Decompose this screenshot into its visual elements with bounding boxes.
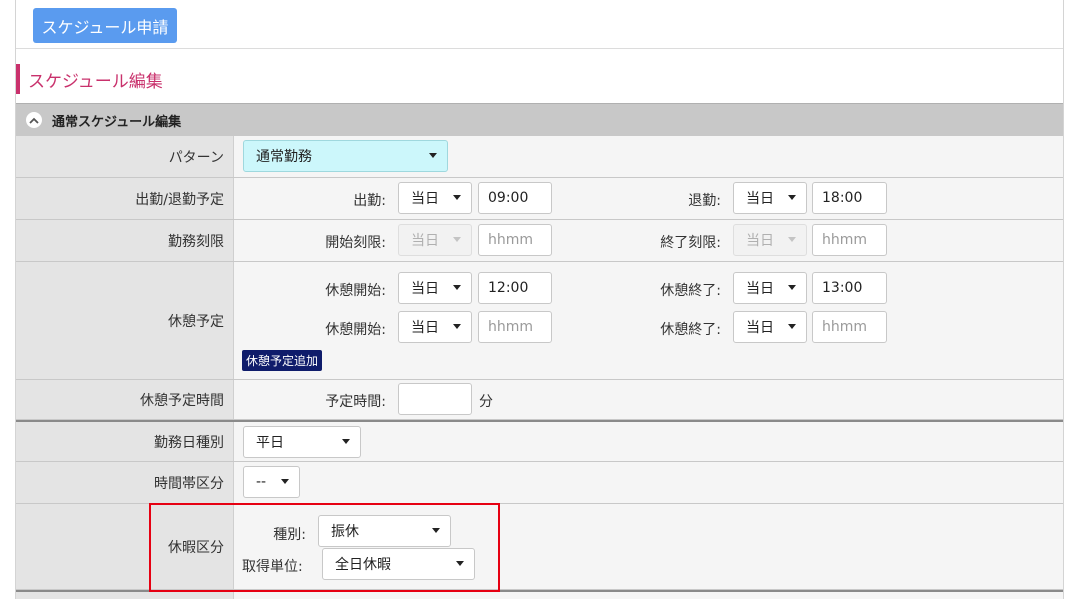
chevron-down-icon bbox=[456, 561, 464, 566]
attendance-label: 出勤/退勤予定 bbox=[16, 178, 234, 219]
planned-time-input[interactable] bbox=[398, 383, 472, 415]
leave-unit-label: 取得単位: bbox=[242, 559, 303, 575]
chevron-down-icon bbox=[453, 285, 461, 290]
limit-start-input[interactable]: hhmm bbox=[478, 224, 552, 256]
chevron-up-icon[interactable] bbox=[26, 112, 42, 128]
end-day-value: 当日 bbox=[746, 191, 774, 207]
start-time-input[interactable]: 09:00 bbox=[478, 182, 552, 214]
add-break-button[interactable]: 休憩予定追加 bbox=[242, 350, 323, 371]
limit-end-day-value: 当日 bbox=[746, 233, 774, 249]
minutes-unit: 分 bbox=[479, 394, 493, 410]
break-label: 休憩予定 bbox=[16, 262, 234, 379]
schedule-apply-button[interactable]: スケジュール申請 bbox=[33, 8, 177, 43]
break1-start-input[interactable]: 12:00 bbox=[478, 272, 552, 304]
break2-start-input[interactable]: hhmm bbox=[478, 311, 552, 343]
pattern-row: パターン 通常勤務 bbox=[16, 136, 1063, 178]
break2-start-label: 休憩開始: bbox=[325, 322, 386, 338]
work-limit-label: 勤務刻限 bbox=[16, 220, 234, 261]
next-row bbox=[16, 590, 1063, 599]
break1-start-day-value: 当日 bbox=[411, 281, 439, 297]
break1-start-day-select[interactable]: 当日 bbox=[398, 272, 472, 304]
chevron-down-icon bbox=[453, 324, 461, 329]
chevron-down-icon bbox=[453, 237, 461, 242]
chevron-down-icon bbox=[429, 153, 437, 158]
break1-end-input[interactable]: 13:00 bbox=[812, 272, 887, 304]
break1-end-day-value: 当日 bbox=[746, 281, 774, 297]
pattern-value: 通常勤務 bbox=[256, 149, 312, 165]
leave-type-label: 種別: bbox=[273, 527, 306, 543]
break1-start-label: 休憩開始: bbox=[325, 283, 386, 299]
break1-end-day-select[interactable]: 当日 bbox=[733, 272, 807, 304]
leave-type-select[interactable]: 振休 bbox=[318, 515, 451, 547]
end-label: 退勤: bbox=[688, 193, 721, 209]
leave-type-value: 振休 bbox=[331, 524, 359, 540]
start-day-value: 当日 bbox=[411, 191, 439, 207]
limit-end-day-select: 当日 bbox=[733, 224, 807, 256]
pattern-label: パターン bbox=[16, 136, 234, 177]
chevron-down-icon bbox=[788, 285, 796, 290]
chevron-down-icon bbox=[788, 195, 796, 200]
break2-start-day-select[interactable]: 当日 bbox=[398, 311, 472, 343]
section-heading: スケジュール編集 bbox=[16, 63, 163, 95]
time-zone-row: 時間帯区分 -- bbox=[16, 462, 1063, 504]
pattern-select[interactable]: 通常勤務 bbox=[243, 140, 448, 172]
leave-unit-select[interactable]: 全日休暇 bbox=[322, 548, 475, 580]
chevron-down-icon bbox=[281, 479, 289, 484]
workday-type-row: 勤務日種別 平日 bbox=[16, 420, 1063, 462]
panel-title: 通常スケジュール編集 bbox=[52, 114, 182, 130]
limit-start-day-value: 当日 bbox=[411, 233, 439, 249]
time-zone-select[interactable]: -- bbox=[243, 466, 300, 498]
break2-start-day-value: 当日 bbox=[411, 320, 439, 336]
workday-type-label: 勤務日種別 bbox=[16, 422, 234, 461]
leave-unit-value: 全日休暇 bbox=[335, 557, 391, 573]
chevron-down-icon bbox=[453, 195, 461, 200]
break2-end-label: 休憩終了: bbox=[660, 322, 721, 338]
break2-end-input[interactable]: hhmm bbox=[812, 311, 887, 343]
chevron-down-icon bbox=[788, 324, 796, 329]
limit-start-day-select: 当日 bbox=[398, 224, 472, 256]
limit-start-label: 開始刻限: bbox=[325, 235, 386, 251]
limit-end-label: 終了刻限: bbox=[660, 235, 721, 251]
work-limit-row: 勤務刻限 開始刻限: 当日 hhmm 終了刻限: 当日 hhmm bbox=[16, 220, 1063, 262]
leave-label: 休暇区分 bbox=[16, 504, 234, 589]
limit-end-input[interactable]: hhmm bbox=[812, 224, 887, 256]
section-title: スケジュール編集 bbox=[28, 71, 163, 92]
chevron-down-icon bbox=[342, 439, 350, 444]
attendance-row: 出勤/退勤予定 出勤: 当日 09:00 退勤: 当日 18:00 bbox=[16, 178, 1063, 220]
top-toolbar: スケジュール申請 bbox=[16, 0, 1063, 49]
time-zone-label: 時間帯区分 bbox=[16, 462, 234, 503]
chevron-down-icon bbox=[432, 528, 440, 533]
break2-end-day-select[interactable]: 当日 bbox=[733, 311, 807, 343]
end-time-input[interactable]: 18:00 bbox=[812, 182, 887, 214]
break2-end-day-value: 当日 bbox=[746, 320, 774, 336]
next-row-label bbox=[16, 592, 234, 599]
section-accent-bar bbox=[16, 64, 20, 94]
start-day-select[interactable]: 当日 bbox=[398, 182, 472, 214]
schedule-frame: スケジュール申請 スケジュール編集 通常スケジュール編集 パターン 通常勤務 出… bbox=[15, 0, 1064, 599]
chevron-down-icon bbox=[788, 237, 796, 242]
break1-end-label: 休憩終了: bbox=[660, 283, 721, 299]
break-time-row: 休憩予定時間 予定時間: 分 bbox=[16, 380, 1063, 420]
start-label: 出勤: bbox=[353, 193, 386, 209]
workday-type-value: 平日 bbox=[256, 435, 284, 451]
break-row: 休憩予定 休憩開始: 当日 12:00 休憩終了: 当日 13:00 休憩開始:… bbox=[16, 262, 1063, 380]
leave-row: 休暇区分 種別: 振休 取得単位: 全日休暇 bbox=[16, 504, 1063, 590]
end-day-select[interactable]: 当日 bbox=[733, 182, 807, 214]
panel-header: 通常スケジュール編集 bbox=[16, 103, 1063, 136]
workday-type-select[interactable]: 平日 bbox=[243, 426, 361, 458]
time-zone-value: -- bbox=[256, 474, 267, 490]
planned-time-label: 予定時間: bbox=[325, 394, 386, 410]
break-time-label: 休憩予定時間 bbox=[16, 380, 234, 419]
